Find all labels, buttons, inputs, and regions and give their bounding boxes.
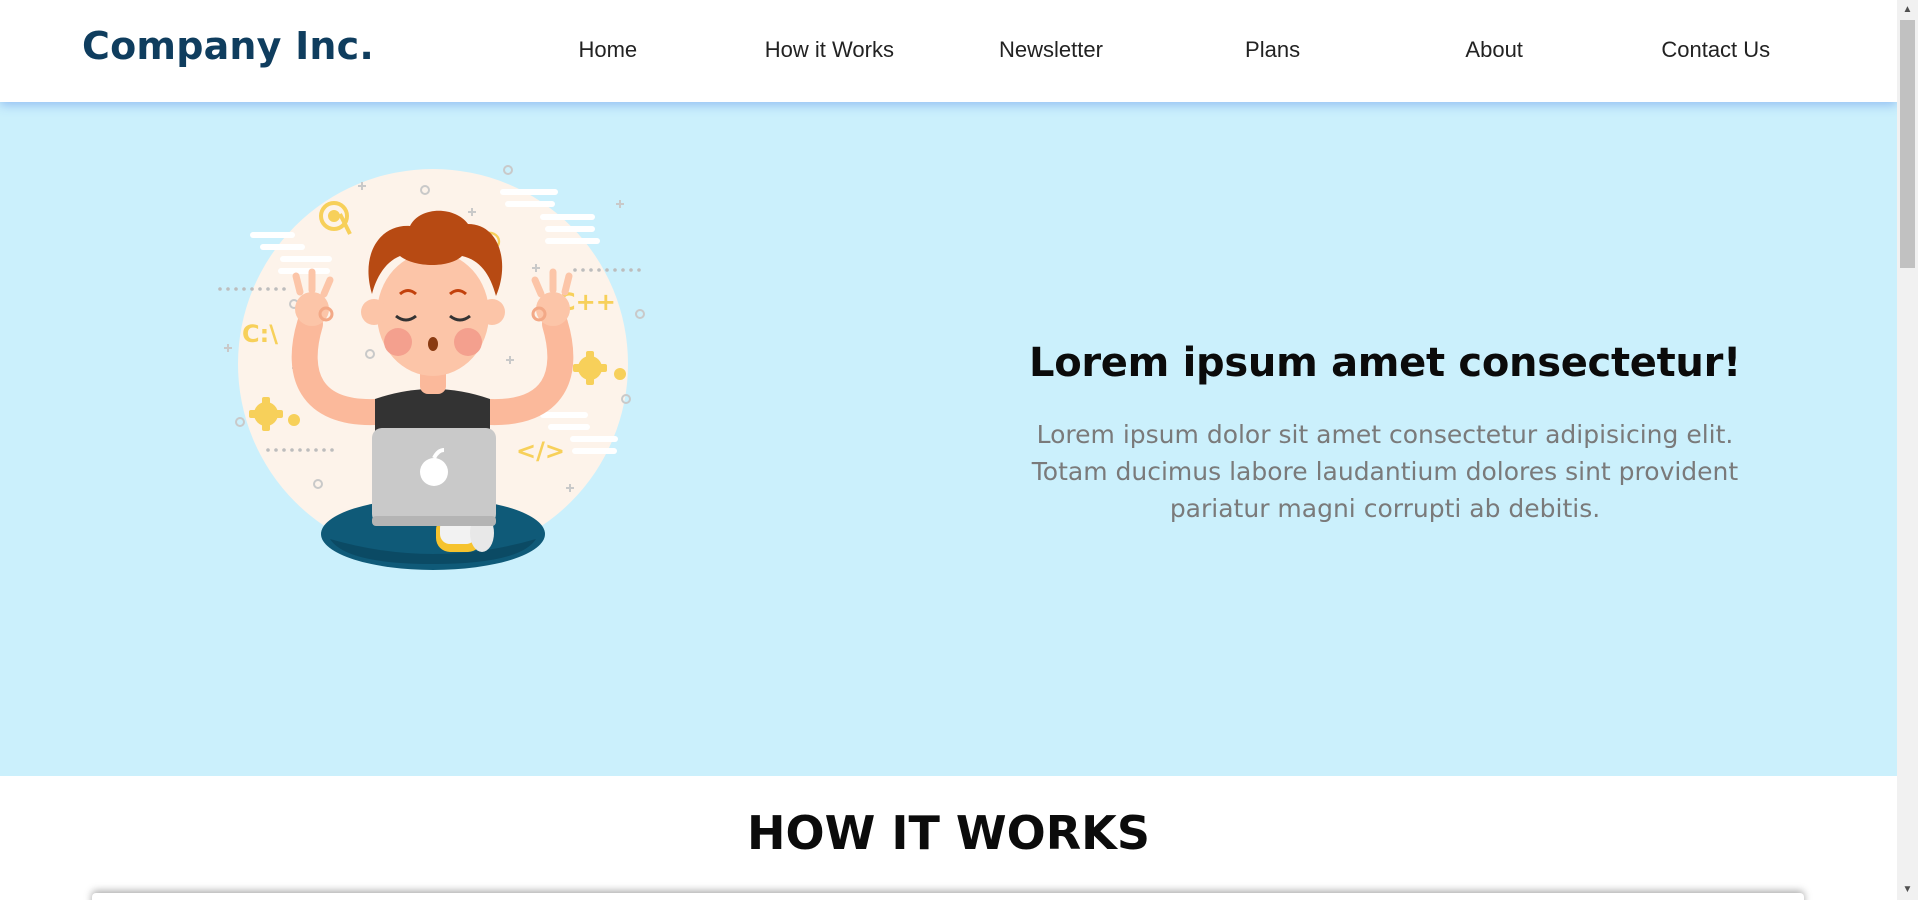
scroll-down-arrow-icon[interactable]: ▼: [1897, 880, 1918, 900]
hero-subtitle-line: Lorem ipsum dolor sit amet consectetur a…: [1036, 420, 1734, 449]
nav-newsletter[interactable]: Newsletter: [940, 0, 1162, 102]
hero-subtitle: Lorem ipsum dolor sit amet consectetur a…: [1000, 416, 1770, 527]
nav-plans[interactable]: Plans: [1162, 0, 1384, 102]
how-it-works-heading: HOW IT WORKS: [747, 806, 1150, 860]
apple-logo-icon: [420, 458, 448, 486]
hero-subtitle-line: Totam ducimus labore laudantium dolores …: [1031, 457, 1739, 486]
developer-meditating-illustration: @ C:\ C++ </>: [218, 165, 645, 570]
hero-title: Lorem ipsum amet consectetur!: [1029, 340, 1741, 386]
code-tag-text: </>: [516, 437, 565, 465]
hero-section: @ C:\ C++ </>: [0, 102, 1897, 776]
how-it-works-card: [92, 893, 1804, 900]
nav-how-it-works[interactable]: How it Works: [719, 0, 941, 102]
nav-contact-us[interactable]: Contact Us: [1605, 0, 1827, 102]
logo[interactable]: Company Inc.: [82, 24, 374, 68]
vertical-scrollbar[interactable]: ▲ ▼: [1897, 0, 1918, 900]
page: Company Inc. Home How it Works Newslette…: [0, 0, 1897, 900]
hero-text: Lorem ipsum amet consectetur! Lorem ipsu…: [1000, 340, 1770, 527]
nav-home[interactable]: Home: [497, 0, 719, 102]
hero-subtitle-line: pariatur magni corrupti ab debitis.: [1169, 494, 1601, 523]
scroll-up-arrow-icon[interactable]: ▲: [1897, 0, 1918, 20]
terminal-prompt-text: C:\: [242, 320, 278, 348]
nav-about[interactable]: About: [1383, 0, 1605, 102]
scrollbar-thumb[interactable]: [1900, 20, 1915, 268]
site-header: Company Inc. Home How it Works Newslette…: [0, 0, 1897, 102]
main-nav: Home How it Works Newsletter Plans About…: [497, 0, 1827, 102]
